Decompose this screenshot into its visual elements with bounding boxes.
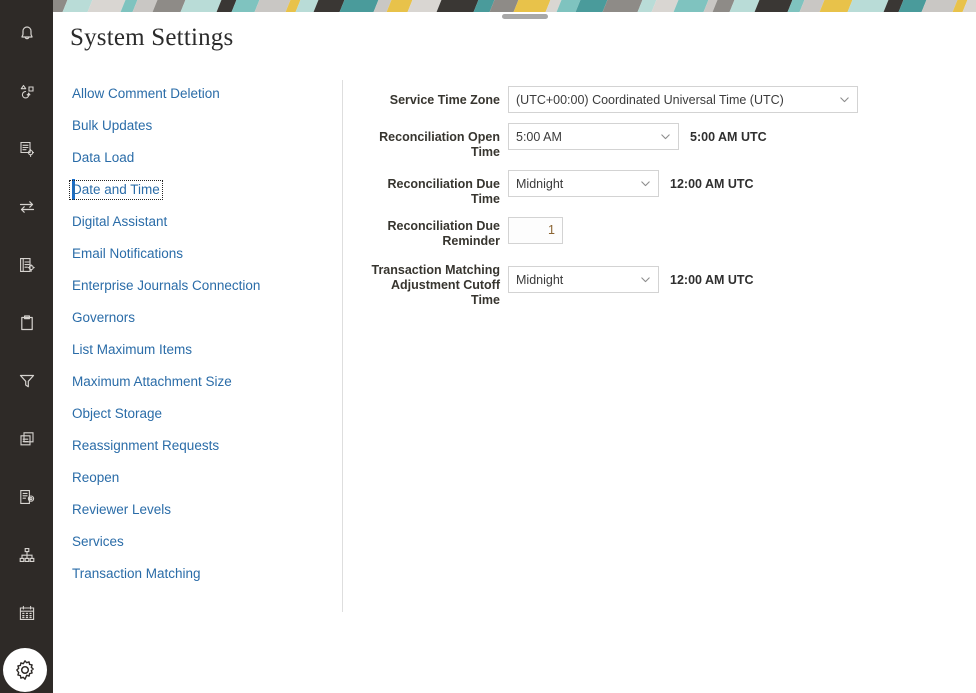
- reconciliation-due-time-label: Reconciliation Due Time: [387, 177, 500, 206]
- form-row-reconciliation-open-time: Reconciliation Open Time 5:00 AM 5:00 AM…: [360, 123, 960, 160]
- reconciliation-due-time-control: Midnight: [508, 170, 659, 197]
- reconciliation-due-time-select[interactable]: Midnight: [508, 170, 659, 197]
- reconciliation-due-reminder-label-line2: Reminder: [442, 234, 500, 248]
- settings-list-item-label[interactable]: Bulk Updates: [70, 117, 154, 135]
- settings-list-item-label[interactable]: Data Load: [70, 149, 136, 167]
- service-time-zone-select[interactable]: (UTC+00:00) Coordinated Universal Time (…: [508, 86, 858, 113]
- reconciliation-due-reminder-label-line1: Reconciliation Due: [387, 219, 500, 233]
- settings-list-item-data-load[interactable]: Data Load: [70, 142, 335, 174]
- reconciliation-open-time-select[interactable]: 5:00 AM: [508, 123, 679, 150]
- settings-list-item-allow-comment-deletion[interactable]: Allow Comment Deletion: [70, 78, 335, 110]
- filter-icon[interactable]: [0, 354, 53, 407]
- window-drag-handle[interactable]: [502, 14, 548, 19]
- reconciliation-open-time-value: 5:00 AM: [516, 129, 562, 144]
- settings-list-item-label[interactable]: Services: [70, 533, 126, 551]
- settings-list-item-label[interactable]: Object Storage: [70, 405, 164, 423]
- settings-gear-icon[interactable]: [3, 647, 47, 692]
- form-row-transaction-matching-cutoff: Transaction Matching Adjustment Cutoff T…: [360, 261, 960, 308]
- settings-list-item-label[interactable]: Reassignment Requests: [70, 437, 221, 455]
- page-title: System Settings: [70, 24, 234, 51]
- settings-list-item-label[interactable]: Maximum Attachment Size: [70, 373, 234, 391]
- chevron-down-icon: [840, 96, 849, 103]
- transaction-matching-cutoff-value: Midnight: [516, 272, 564, 287]
- settings-list-item-label[interactable]: List Maximum Items: [70, 341, 194, 359]
- settings-list-item-label[interactable]: Governors: [70, 309, 137, 327]
- settings-list-item-object-storage[interactable]: Object Storage: [70, 398, 335, 430]
- transfer-exchange-icon[interactable]: [0, 180, 53, 233]
- date-and-time-form: Service Time Zone (UTC+00:00) Coordinate…: [360, 86, 960, 318]
- settings-list-item-label[interactable]: Reviewer Levels: [70, 501, 173, 519]
- settings-list-item-reassignment-requests[interactable]: Reassignment Requests: [70, 430, 335, 462]
- reconciliation-due-reminder-input[interactable]: 1: [508, 217, 563, 244]
- transaction-matching-cutoff-label-line1: Transaction Matching: [371, 263, 501, 277]
- settings-list-item-bulk-updates[interactable]: Bulk Updates: [70, 110, 335, 142]
- settings-list-item-label[interactable]: Enterprise Journals Connection: [70, 277, 262, 295]
- reconciliation-due-time-value: Midnight: [516, 176, 564, 191]
- form-row-service-time-zone: Service Time Zone (UTC+00:00) Coordinate…: [360, 86, 960, 113]
- service-time-zone-label: Service Time Zone: [389, 93, 500, 107]
- settings-list-item-date-and-time[interactable]: Date and Time: [69, 174, 335, 206]
- copy-documents-icon[interactable]: [0, 412, 53, 465]
- settings-list-item-label[interactable]: Transaction Matching: [70, 565, 203, 583]
- settings-list-item-email-notifications[interactable]: Email Notifications: [70, 238, 335, 270]
- settings-list-item-label[interactable]: Date and Time: [69, 180, 163, 200]
- settings-list-item-label[interactable]: Allow Comment Deletion: [70, 85, 222, 103]
- settings-list-item-enterprise-journals-connection[interactable]: Enterprise Journals Connection: [70, 270, 335, 302]
- calendar-icon[interactable]: [0, 586, 53, 639]
- settings-list-item-digital-assistant[interactable]: Digital Assistant: [70, 206, 335, 238]
- settings-list-item-governors[interactable]: Governors: [70, 302, 335, 334]
- form-row-reconciliation-due-reminder: Reconciliation Due Reminder 1: [360, 217, 960, 249]
- notifications-bell-icon[interactable]: [0, 6, 53, 59]
- transaction-matching-cutoff-label-line2: Adjustment Cutoff Time: [390, 278, 500, 307]
- settings-list-item-reviewer-levels[interactable]: Reviewer Levels: [70, 494, 335, 526]
- clipboard-icon[interactable]: [0, 296, 53, 349]
- reconciliation-due-time-utc-text: 12:00 AM UTC: [670, 177, 754, 191]
- transaction-matching-cutoff-control: Midnight: [508, 261, 659, 293]
- form-row-reconciliation-due-time: Reconciliation Due Time Midnight 12:00 A…: [360, 170, 960, 207]
- settings-list-item-label[interactable]: Digital Assistant: [70, 213, 169, 231]
- journal-settings-icon[interactable]: [0, 238, 53, 291]
- reconciliation-open-time-utc-text: 5:00 AM UTC: [690, 130, 767, 144]
- hierarchy-icon[interactable]: [0, 528, 53, 581]
- document-settings-icon[interactable]: [0, 122, 53, 175]
- transaction-matching-cutoff-utc-text: 12:00 AM UTC: [670, 273, 754, 287]
- transaction-matching-cutoff-label: Transaction Matching Adjustment Cutoff T…: [360, 261, 508, 308]
- service-time-zone-control: (UTC+00:00) Coordinated Universal Time (…: [508, 86, 858, 113]
- chevron-down-icon: [661, 133, 670, 140]
- reconciliation-due-reminder-label: Reconciliation Due Reminder: [360, 217, 508, 249]
- reconciliation-open-time-label: Reconciliation Open Time: [379, 130, 500, 159]
- settings-list-item-label[interactable]: Email Notifications: [70, 245, 185, 263]
- process-workflow-icon[interactable]: [0, 64, 53, 117]
- settings-list-item-reopen[interactable]: Reopen: [70, 462, 335, 494]
- settings-list-item-transaction-matching[interactable]: Transaction Matching: [70, 558, 335, 590]
- settings-gear-rail-item[interactable]: [0, 643, 53, 693]
- reconciliation-open-time-control: 5:00 AM: [508, 123, 679, 150]
- reconciliation-due-reminder-control: 1: [508, 217, 563, 244]
- settings-list-item-label[interactable]: Reopen: [70, 469, 121, 487]
- settings-list-item-maximum-attachment-size[interactable]: Maximum Attachment Size: [70, 366, 335, 398]
- settings-list-item-list-maximum-items[interactable]: List Maximum Items: [70, 334, 335, 366]
- left-icon-rail: [0, 0, 53, 693]
- service-time-zone-value: (UTC+00:00) Coordinated Universal Time (…: [516, 92, 784, 107]
- chevron-down-icon: [641, 276, 650, 283]
- settings-list-item-services[interactable]: Services: [70, 526, 335, 558]
- column-divider: [342, 80, 343, 612]
- settings-list: Allow Comment Deletion Bulk Updates Data…: [69, 78, 335, 590]
- decorative-banner: [53, 0, 976, 12]
- chevron-down-icon: [641, 180, 650, 187]
- transaction-matching-cutoff-select[interactable]: Midnight: [508, 266, 659, 293]
- document-view-icon[interactable]: [0, 470, 53, 523]
- system-settings-window: System Settings Allow Comment Deletion B…: [0, 0, 976, 693]
